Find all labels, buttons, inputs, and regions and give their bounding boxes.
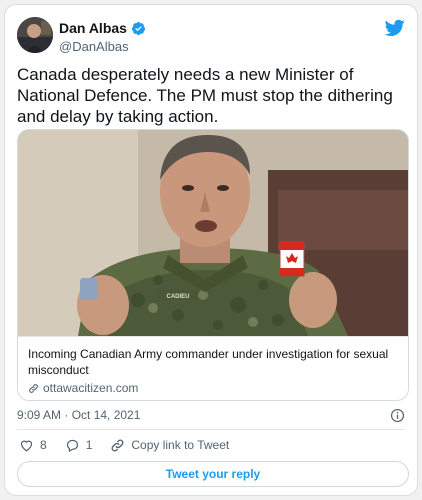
tweet-your-reply-button[interactable]: Tweet your reply xyxy=(17,461,409,487)
divider xyxy=(17,429,405,430)
tweet-timestamp[interactable]: 9:09 AM · Oct 14, 2021 xyxy=(17,408,140,422)
twitter-bird-icon[interactable] xyxy=(385,19,405,37)
reply-icon xyxy=(66,439,78,452)
copy-link-label: Copy link to Tweet xyxy=(131,438,230,452)
author-handle[interactable]: @DanAlbas xyxy=(59,39,146,54)
link-title[interactable]: Incoming Canadian Army commander under i… xyxy=(28,346,400,378)
link-domain: ottawacitizen.com xyxy=(43,381,139,395)
link-domain-row: ottawacitizen.com xyxy=(28,381,400,395)
reply-count: 1 xyxy=(85,438,93,452)
link-preview-card[interactable]: CADIEU Incoming Canadian Army commander … xyxy=(17,129,409,401)
tweet-actions: 8 1 Copy link to Tweet xyxy=(19,435,247,455)
heart-icon xyxy=(20,440,33,452)
link-meta: Incoming Canadian Army commander under i… xyxy=(18,336,408,400)
author-name[interactable]: Dan Albas xyxy=(59,20,127,36)
tweet-embed-card: Dan Albas @DanAlbas Canada desperately n… xyxy=(4,4,418,496)
info-icon[interactable] xyxy=(390,408,405,423)
uniform-name-tape: CADIEU xyxy=(166,294,189,300)
like-count: 8 xyxy=(40,438,47,452)
verified-badge-icon xyxy=(131,21,146,35)
article-photo: CADIEU xyxy=(18,130,408,336)
tweet-header: Dan Albas @DanAlbas xyxy=(17,17,405,61)
author-block: Dan Albas @DanAlbas xyxy=(59,20,146,54)
like-button[interactable]: 8 xyxy=(19,438,47,453)
reply-action-button[interactable]: 1 xyxy=(65,438,93,453)
tweet-text: Canada desperately needs a new Minister … xyxy=(17,65,393,126)
copy-link-button[interactable]: Copy link to Tweet xyxy=(110,438,229,453)
avatar[interactable] xyxy=(17,17,53,53)
link-icon xyxy=(29,383,38,393)
copy-link-icon xyxy=(111,439,124,451)
timestamp-row: 9:09 AM · Oct 14, 2021 xyxy=(17,406,405,424)
